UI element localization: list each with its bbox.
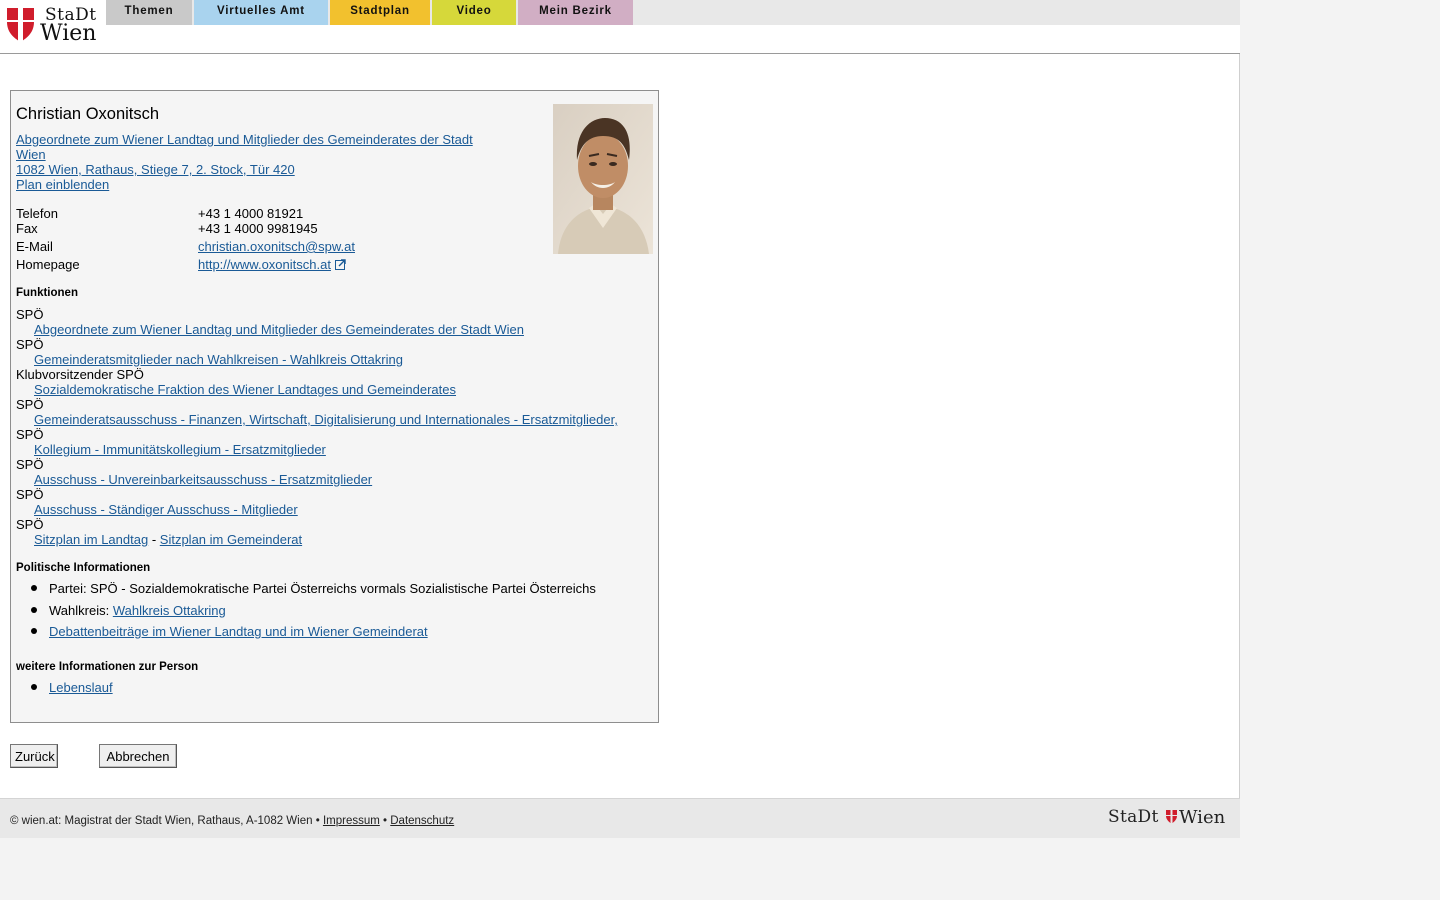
party-info: Partei: SPÖ - Sozialdemokratische Partei… bbox=[49, 581, 596, 596]
bullet-dot bbox=[31, 684, 37, 690]
district-link[interactable]: Wahlkreis Ottakring bbox=[113, 603, 226, 618]
phone-value: +43 1 4000 81921 bbox=[198, 206, 304, 221]
homepage-link[interactable]: http://www.oxonitsch.at bbox=[198, 257, 331, 272]
footer-bullet: • bbox=[383, 815, 388, 827]
homepage-row: http://www.oxonitsch.at bbox=[198, 257, 346, 272]
nav-tab-label: Stadtplan bbox=[350, 5, 410, 17]
fax-label: Fax bbox=[16, 221, 38, 236]
nav-tab-themen[interactable]: Themen bbox=[106, 0, 192, 25]
footer-stadt-wien-logo[interactable]: StaDt Wien bbox=[1108, 807, 1230, 829]
footer-copyright: © wien.at: Magistrat der Stadt Wien, Rat… bbox=[10, 815, 320, 827]
district-info: Wahlkreis: Wahlkreis Ottakring bbox=[49, 603, 226, 618]
cv-link[interactable]: Lebenslauf bbox=[49, 680, 113, 695]
wien-shield-icon bbox=[1166, 810, 1177, 824]
function-link[interactable]: Gemeinderatsmitglieder nach Wahlkreisen … bbox=[34, 352, 403, 367]
email-link[interactable]: christian.oxonitsch@spw.at bbox=[198, 239, 355, 254]
bullet-dot bbox=[31, 607, 37, 613]
fax-value: +43 1 4000 9981945 bbox=[198, 221, 318, 236]
function-role: SPÖ bbox=[16, 517, 44, 532]
nav-tab-label: Video bbox=[456, 5, 492, 17]
function-role: SPÖ bbox=[16, 307, 44, 322]
footer-logo-word-stadt: StaDt bbox=[1108, 807, 1159, 827]
person-title-link-line1[interactable]: Abgeordnete zum Wiener Landtag und Mitgl… bbox=[16, 132, 473, 147]
impressum-link[interactable]: Impressum bbox=[323, 815, 380, 827]
function-role: SPÖ bbox=[16, 337, 44, 352]
main-navigation: Themen Virtuelles Amt Stadtplan Video Me… bbox=[106, 0, 1240, 25]
function-link[interactable]: Gemeinderatsausschuss - Finanzen, Wirtsc… bbox=[34, 412, 618, 427]
wien-shield-icon bbox=[7, 8, 34, 42]
site-footer: © wien.at: Magistrat der Stadt Wien, Rat… bbox=[0, 798, 1240, 838]
sitzplan-gemeinderat-link[interactable]: Sitzplan im Gemeinderat bbox=[160, 532, 302, 547]
function-role: SPÖ bbox=[16, 457, 44, 472]
political-info-heading: Politische Informationen bbox=[16, 562, 151, 574]
phone-label: Telefon bbox=[16, 206, 58, 221]
function-role: SPÖ bbox=[16, 397, 44, 412]
link-separator: - bbox=[151, 532, 157, 547]
datenschutz-link[interactable]: Datenschutz bbox=[390, 815, 454, 827]
plan-einblenden-link[interactable]: Plan einblenden bbox=[16, 177, 109, 192]
homepage-label: Homepage bbox=[16, 257, 80, 272]
debates-link[interactable]: Debattenbeiträge im Wiener Landtag und i… bbox=[49, 624, 428, 639]
functions-heading: Funktionen bbox=[16, 287, 78, 299]
function-role: SPÖ bbox=[16, 427, 44, 442]
nav-tab-label: Mein Bezirk bbox=[539, 5, 612, 17]
more-info-heading: weitere Informationen zur Person bbox=[16, 661, 199, 673]
person-photo bbox=[553, 104, 653, 254]
function-link[interactable]: Ausschuss - Unvereinbarkeitsausschuss - … bbox=[34, 472, 372, 487]
external-link-icon bbox=[334, 259, 346, 270]
nav-tab-virtuelles-amt[interactable]: Virtuelles Amt bbox=[194, 0, 328, 25]
function-role: Klubvorsitzender SPÖ bbox=[16, 367, 144, 382]
function-role: SPÖ bbox=[16, 487, 44, 502]
sitzplan-landtag-link[interactable]: Sitzplan im Landtag bbox=[34, 532, 148, 547]
function-link[interactable]: Abgeordnete zum Wiener Landtag und Mitgl… bbox=[34, 322, 524, 337]
person-title-link-line2[interactable]: Wien bbox=[16, 147, 46, 162]
email-label: E-Mail bbox=[16, 239, 53, 254]
footer-logo-word-wien: Wien bbox=[1179, 807, 1226, 828]
person-name: Christian Oxonitsch bbox=[16, 105, 160, 123]
site-header: StaDt Wien Themen Virtuelles Amt Stadtpl… bbox=[0, 0, 1240, 54]
function-link[interactable]: Sozialdemokratische Fraktion des Wiener … bbox=[34, 382, 456, 397]
nav-tab-stadtplan[interactable]: Stadtplan bbox=[330, 0, 430, 25]
page: StaDt Wien Themen Virtuelles Amt Stadtpl… bbox=[0, 0, 1240, 838]
cancel-button[interactable]: Abbrechen bbox=[99, 744, 177, 768]
person-card: Christian Oxonitsch Abgeordnete zum Wien… bbox=[10, 90, 659, 723]
back-button[interactable]: Zurück bbox=[10, 744, 58, 768]
nav-tab-video[interactable]: Video bbox=[432, 0, 516, 25]
address-link[interactable]: 1082 Wien, Rathaus, Stiege 7, 2. Stock, … bbox=[16, 162, 295, 177]
nav-tab-label: Virtuelles Amt bbox=[217, 5, 305, 17]
footer-text: © wien.at: Magistrat der Stadt Wien, Rat… bbox=[10, 815, 454, 827]
nav-tab-label: Themen bbox=[124, 5, 174, 17]
logo-word-wien: Wien bbox=[40, 21, 97, 46]
function-link[interactable]: Kollegium - Immunitätskollegium - Ersatz… bbox=[34, 442, 326, 457]
district-label: Wahlkreis: bbox=[49, 603, 110, 618]
function-link[interactable]: Ausschuss - Ständiger Ausschuss - Mitgli… bbox=[34, 502, 298, 517]
stadt-wien-logo[interactable]: StaDt Wien bbox=[7, 4, 102, 46]
bullet-dot bbox=[31, 585, 37, 591]
seating-plan-links: Sitzplan im Landtag - Sitzplan im Gemein… bbox=[34, 532, 302, 547]
nav-tab-mein-bezirk[interactable]: Mein Bezirk bbox=[518, 0, 633, 25]
bullet-dot bbox=[31, 628, 37, 634]
